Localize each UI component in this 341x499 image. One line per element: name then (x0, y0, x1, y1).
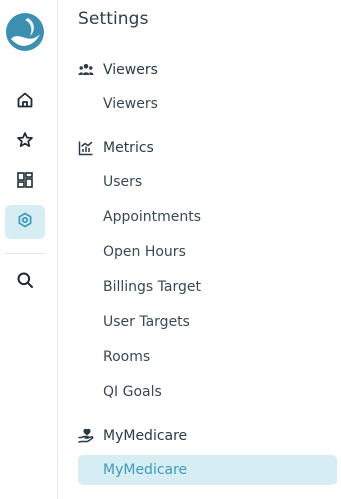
users-icon (78, 62, 94, 78)
section-viewers-label: Viewers (103, 62, 158, 78)
section-viewers-header: Viewers (78, 60, 158, 80)
settings-item-appointments[interactable]: Appointments (78, 202, 337, 232)
section-metrics-label: Metrics (103, 140, 154, 156)
nav-home-button[interactable] (5, 85, 45, 119)
section-mymedicare-label: MyMedicare (103, 428, 188, 444)
rail-divider (5, 253, 45, 254)
nav-favorites-button[interactable] (5, 125, 45, 159)
nav-search-button[interactable] (5, 265, 45, 299)
settings-item-qi-goals[interactable]: QI Goals (78, 377, 337, 407)
settings-item-rooms[interactable]: Rooms (78, 342, 337, 372)
search-icon (16, 271, 34, 293)
settings-item-mymedicare[interactable]: MyMedicare (78, 455, 337, 485)
nav-dashboards-button[interactable] (5, 165, 45, 199)
settings-item-users[interactable]: Users (78, 167, 337, 197)
settings-item-user-targets[interactable]: User Targets (78, 307, 337, 337)
section-metrics-header: Metrics (78, 138, 154, 158)
settings-icon (17, 212, 33, 232)
settings-item-viewers[interactable]: Viewers (78, 89, 337, 119)
page-title: Settings (78, 9, 149, 29)
settings-item-billings-target[interactable]: Billings Target (78, 272, 337, 302)
star-icon (16, 131, 34, 153)
nav-settings-button[interactable] (5, 205, 45, 239)
home-icon (16, 91, 34, 113)
settings-item-open-hours[interactable]: Open Hours (78, 237, 337, 267)
section-mymedicare-header: MyMedicare (78, 426, 187, 446)
nav-rail (0, 0, 58, 499)
logo-icon[interactable] (5, 12, 45, 52)
settings-panel: Settings Viewers Viewers Metrics Users A… (58, 0, 341, 499)
hand-heart-icon (78, 428, 94, 444)
chart-icon (78, 140, 94, 156)
dashboard-icon (16, 171, 34, 193)
